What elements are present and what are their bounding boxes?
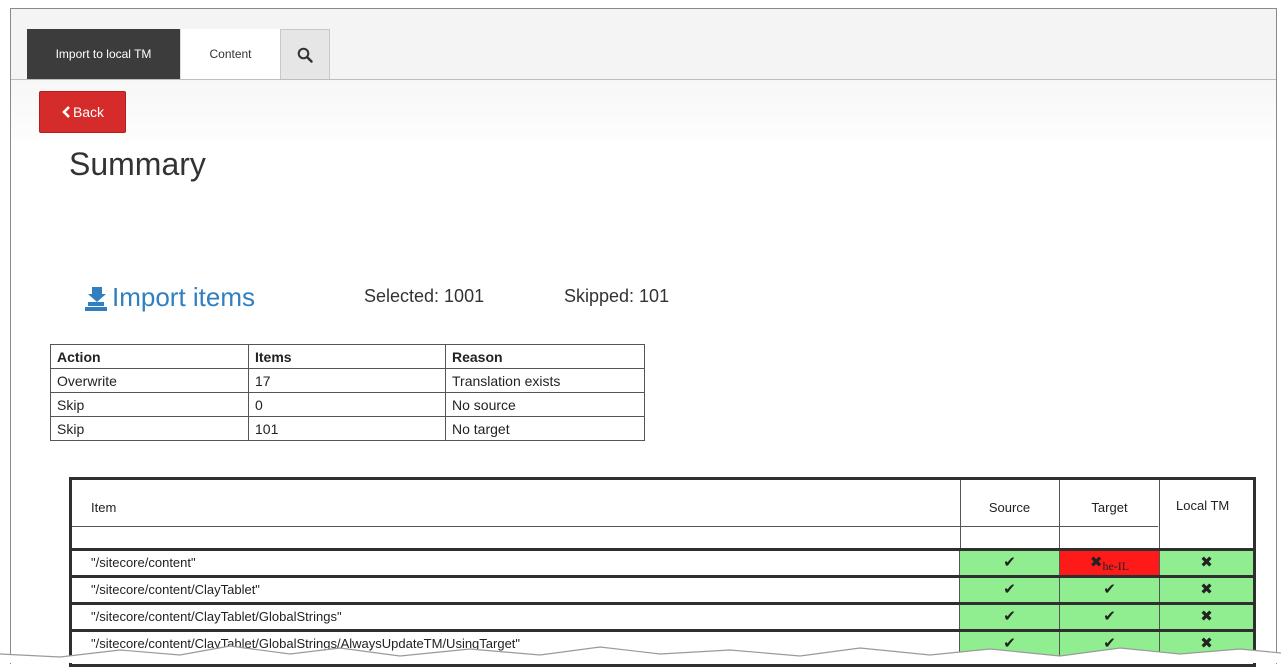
source-status-check-icon: ✔	[960, 551, 1060, 575]
table-cell: 0	[248, 392, 446, 417]
local-tm-status-cross-icon: ✖	[1160, 632, 1253, 656]
local-tm-status-cross-icon: ✖	[1160, 605, 1253, 629]
column-header-local-tm: Local TM	[1160, 480, 1256, 548]
table-row: Skip 101 No target	[50, 416, 645, 441]
selected-count: Selected: 1001	[364, 286, 485, 306]
table-cell: Translation exists	[445, 368, 645, 393]
chevron-left-icon	[62, 106, 70, 118]
back-label: Back	[72, 104, 105, 120]
table-row[interactable]: "/sitecore/content" ✔ ✖he-IL ✖	[72, 548, 1253, 575]
search-button[interactable]	[280, 29, 330, 79]
column-header-label: Local TM	[1176, 498, 1230, 513]
column-header-source: Source	[960, 480, 1060, 548]
target-status-check-icon: ✔	[1060, 605, 1160, 629]
table-row[interactable]: "/sitecore/content/ClayTablet/GlobalStri…	[72, 629, 1253, 656]
toolbar: Back	[11, 80, 1276, 140]
table-cell: 101	[248, 416, 446, 441]
table-cell: Skip	[50, 416, 249, 441]
column-header: Reason	[445, 344, 645, 369]
column-header-target: Target	[1060, 480, 1160, 548]
table-row[interactable]: "/sitecore/content/ClayTablet/GlobalStri…	[72, 602, 1253, 629]
page-title: Summary	[69, 146, 206, 182]
table-row: Skip 0 No source	[50, 392, 645, 417]
local-tm-status-cross-icon: ✖	[1160, 551, 1253, 575]
summary-table: Action Items Reason Overwrite 17 Transla…	[50, 344, 645, 441]
source-status-check-icon: ✔	[960, 632, 1060, 656]
tab-content[interactable]: Content	[180, 29, 280, 79]
table-row[interactable]: "/sitecore/content/ClayTablet" ✔ ✔ ✖	[72, 575, 1253, 602]
table-header-row: Action Items Reason	[50, 344, 645, 369]
table-cell: Skip	[50, 392, 249, 417]
column-header-label: Item	[91, 500, 117, 515]
import-items-link[interactable]: Import items	[82, 282, 255, 313]
target-language: he-IL	[1102, 559, 1130, 573]
tab-label: Import to local TM	[55, 47, 152, 61]
column-header-label: Source	[988, 500, 1031, 515]
back-button[interactable]: Back	[39, 91, 126, 133]
item-path: "/sitecore/content"	[72, 551, 960, 575]
item-path: "/sitecore/content/ClayTablet/GlobalStri…	[72, 605, 960, 629]
import-icon	[85, 287, 107, 311]
tab-import-to-local-tm[interactable]: Import to local TM	[27, 29, 180, 79]
tab-bar: Import to local TM Content	[11, 9, 1276, 80]
table-cell: No source	[445, 392, 645, 417]
column-header: Items	[248, 344, 446, 369]
target-status-check-icon: ✔	[1060, 632, 1160, 656]
tab-label: Content	[209, 47, 252, 61]
source-status-check-icon: ✔	[960, 578, 1060, 602]
target-status-check-icon: ✔	[1060, 578, 1160, 602]
table-row: Overwrite 17 Translation exists	[50, 368, 645, 393]
import-items-label: Import items	[112, 282, 256, 312]
table-cell: No target	[445, 416, 645, 441]
column-header-label: Target	[1091, 500, 1128, 515]
table-cell: 17	[248, 368, 446, 393]
items-table: Item Source Target Local TM "/sitecore/c…	[69, 477, 1256, 667]
table-cell: Overwrite	[50, 368, 249, 393]
search-icon	[297, 47, 313, 63]
cross-icon: ✖	[1089, 554, 1103, 571]
target-status-cross-icon: ✖he-IL	[1060, 551, 1160, 575]
local-tm-status-cross-icon: ✖	[1160, 578, 1253, 602]
column-header-item: Item	[72, 480, 961, 548]
item-path: "/sitecore/content/ClayTablet"	[72, 578, 960, 602]
skipped-count: Skipped: 101	[564, 286, 670, 306]
item-path: "/sitecore/content/ClayTablet/GlobalStri…	[72, 632, 960, 656]
column-header: Action	[50, 344, 249, 369]
source-status-check-icon: ✔	[960, 605, 1060, 629]
